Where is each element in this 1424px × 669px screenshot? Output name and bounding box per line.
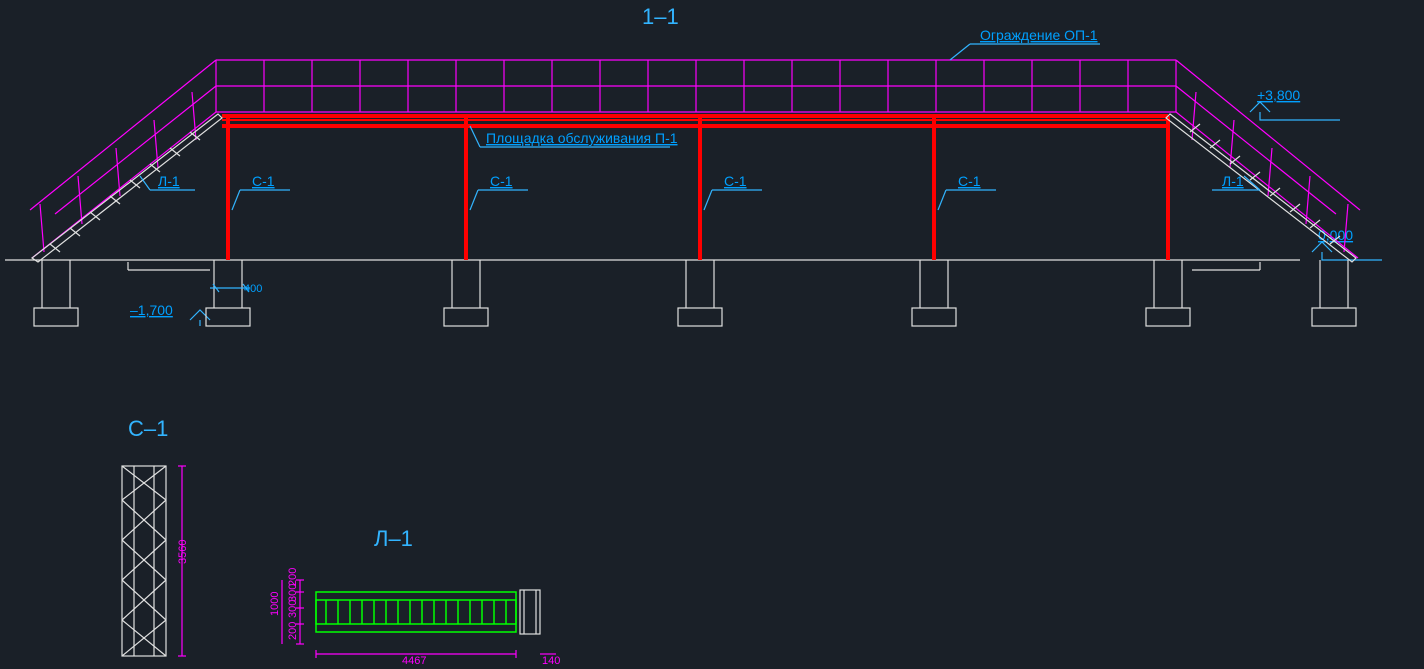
detail-stair: 200 300 300 200 1000 4467 140	[269, 568, 560, 667]
detail-stair-title: Л–1	[374, 526, 413, 551]
column-label-2: С-1	[490, 173, 513, 189]
column-label-3: С-1	[724, 173, 747, 189]
elev-foot-value: –1,700	[130, 302, 173, 318]
dim-400-value: 400	[244, 283, 262, 295]
elev-mark-footing: –1,700	[130, 302, 210, 326]
stair-dim-a: 200	[287, 568, 299, 586]
column-labels: С-1 С-1 С-1 С-1	[232, 173, 996, 210]
stair-left	[30, 60, 222, 262]
ground-foundations	[5, 260, 1356, 326]
dim-400: 400	[210, 283, 262, 295]
section-title: 1–1	[642, 4, 679, 29]
column-label-4: С-1	[958, 173, 981, 189]
detail-column: 3560	[122, 466, 189, 656]
stair-label-left: Л-1	[158, 173, 180, 189]
elev-top-value: +3,800	[1257, 87, 1300, 103]
stair-dim-total: 1000	[269, 592, 281, 616]
column-label-1: С-1	[252, 173, 275, 189]
railing-leader: Ограждение ОП-1	[950, 27, 1100, 60]
elev-mark-top: +3,800	[1250, 87, 1340, 120]
stair-dim-b: 300	[287, 584, 299, 602]
railing	[216, 60, 1176, 112]
detail-column-height: 3560	[177, 540, 189, 564]
platform-leader: Площадка обслуживания П-1	[470, 126, 678, 147]
stair-dim-right: 140	[542, 655, 560, 667]
stair-dim-bottom: 4467	[402, 655, 426, 667]
stair-dim-d: 200	[287, 622, 299, 640]
stair-label-right: Л-1	[1222, 173, 1244, 189]
railing-label: Ограждение ОП-1	[980, 27, 1098, 43]
stair-dim-c: 300	[287, 600, 299, 618]
cad-drawing: 1–1 +3,800 0,000 –1,700	[0, 0, 1424, 669]
columns	[228, 116, 1168, 260]
detail-column-title: С–1	[128, 416, 168, 441]
platform-label: Площадка обслуживания П-1	[486, 130, 678, 146]
